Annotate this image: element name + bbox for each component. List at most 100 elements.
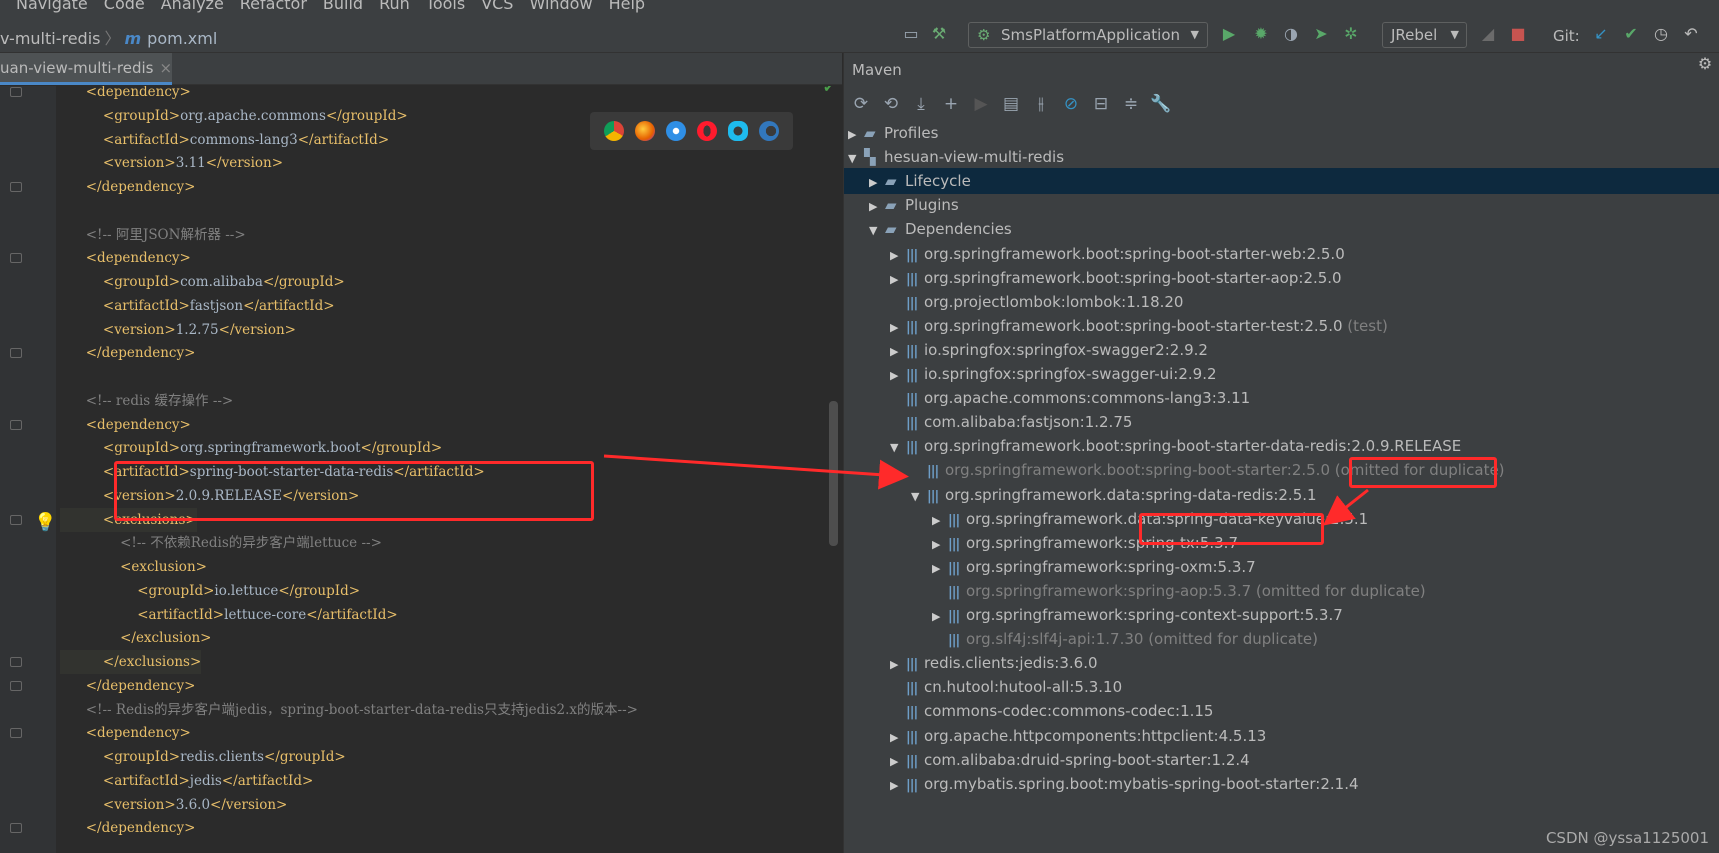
run-maven-build-icon[interactable]: ▶	[970, 93, 992, 115]
frame-icon[interactable]: ▭	[900, 23, 922, 45]
tree-row[interactable]: ▶ ||| org.apache.httpcomponents:httpclient…	[844, 723, 1719, 749]
tree-row[interactable]: ||| com.alibaba:fastjson:1.2.75	[844, 409, 1719, 435]
fold-marker-icon[interactable]	[10, 419, 22, 430]
tree-row[interactable]: ▶ ▰ Profiles	[844, 120, 1719, 146]
menu-navigate[interactable]: Navigate	[16, 0, 88, 13]
stop-icon[interactable]: ■	[1507, 23, 1529, 45]
tree-row[interactable]: ||| cn.hutool:hutool-all:5.3.10	[844, 674, 1719, 700]
safari-icon[interactable]	[665, 121, 686, 141]
menu-build[interactable]: Build	[323, 0, 363, 13]
fold-marker-icon[interactable]	[10, 253, 22, 264]
history-icon[interactable]: ◷	[1650, 23, 1672, 45]
internet-explorer-icon[interactable]	[728, 121, 749, 141]
tree-row[interactable]: ▶ ||| com.alibaba:druid-spring-boot-starte…	[844, 747, 1719, 773]
menu-code[interactable]: Code	[104, 0, 145, 13]
menu-analyze[interactable]: Analyze	[161, 0, 224, 13]
tree-row[interactable]: ||| org.slf4j:slf4j-api:1.7.30 (omitted f…	[844, 626, 1719, 652]
tree-row[interactable]: ▶ ||| org.mybatis.spring.boot:mybatis-spri…	[844, 771, 1719, 797]
menu-help[interactable]: Help	[609, 0, 645, 13]
firefox-icon[interactable]	[634, 121, 655, 141]
opera-icon[interactable]	[697, 121, 718, 141]
menu-tools[interactable]: Tools	[426, 0, 465, 13]
tree-row-label: org.slf4j:slf4j-api:1.7.30	[966, 630, 1144, 649]
edge-icon[interactable]	[759, 121, 780, 141]
editor-scrollbar[interactable]	[829, 401, 838, 546]
run-icon[interactable]: ▶	[1218, 23, 1240, 45]
tree-row[interactable]: ▶ ▰ Plugins	[844, 192, 1719, 218]
jrebel-select[interactable]: JRebel ▼	[1382, 22, 1467, 48]
show-dependencies-icon[interactable]: ⊟	[1090, 93, 1112, 115]
tree-row[interactable]: ||| org.apache.commons:commons-lang3:3.11	[844, 385, 1719, 411]
tree-row[interactable]: ▶ ||| org.springframework.boot:spring-boot…	[844, 241, 1719, 267]
code-token: <!-- redis 缓存操作 -->	[85, 392, 234, 409]
coverage-icon[interactable]: ◑	[1280, 23, 1302, 45]
tree-row[interactable]: ||| org.springframework.boot:spring-boot-…	[844, 457, 1719, 483]
toggle-offline-icon[interactable]: ⫲	[1030, 93, 1052, 115]
tree-row[interactable]: ▶ ||| io.springfox:springfox-swagger-ui:2.…	[844, 361, 1719, 387]
lightbulb-icon[interactable]: 💡	[34, 512, 56, 533]
tree-row[interactable]: ▶ ||| org.springframework:spring-oxm:5.3.7	[844, 554, 1719, 580]
build-hammer-icon[interactable]: ⚒	[928, 23, 950, 45]
tree-row[interactable]: ▼ ▰ Dependencies	[844, 216, 1719, 242]
code-token: org.apache.commons	[180, 107, 326, 124]
editor-tab-pom[interactable]: uan-view-multi-redis ×	[0, 53, 172, 85]
editor-tab-bar: uan-view-multi-redis ×	[0, 53, 842, 85]
menu-vcs[interactable]: VCS	[481, 0, 513, 13]
fold-marker-icon[interactable]	[10, 823, 22, 834]
fold-marker-icon[interactable]	[10, 657, 22, 667]
jrebel-debug-icon[interactable]: ✲	[1340, 23, 1362, 45]
maven-tool-window: Maven ⚙ ⟳ ⟲ ⤓ + ▶ ▤ ⫲ ⊘ ⊟ ≑ 🔧 ▶ ▰ Profiles…	[843, 53, 1719, 853]
fold-marker-icon[interactable]	[10, 514, 22, 525]
tree-row[interactable]: ▶ ||| org.springframework.boot:spring-boot…	[844, 313, 1719, 339]
tree-row-label: org.apache.commons:commons-lang3:3.11	[924, 389, 1251, 408]
breadcrumb-file[interactable]: pom.xml	[147, 29, 217, 48]
tree-row[interactable]: ||| commons-codec:commons-codec:1.15	[844, 698, 1719, 724]
download-icon[interactable]: ⤓	[910, 93, 932, 115]
attach-icon[interactable]: ◢	[1477, 23, 1499, 45]
fold-marker-icon[interactable]	[10, 87, 22, 97]
triangle-right-icon[interactable]: ▶	[890, 773, 906, 799]
gear-icon[interactable]: ⚙	[1694, 53, 1716, 75]
menu-refactor[interactable]: Refactor	[240, 0, 307, 13]
code-token: </artifactId>	[306, 606, 398, 623]
skip-tests-icon[interactable]: ⊘	[1060, 93, 1082, 115]
code-token: <version>	[102, 796, 176, 813]
tree-row[interactable]: ▶ ||| org.springframework.boot:spring-boot…	[844, 265, 1719, 291]
close-icon[interactable]: ×	[160, 59, 173, 77]
fold-marker-icon[interactable]	[10, 728, 22, 739]
tree-row[interactable]: ▶ ||| redis.clients:jedis:3.6.0	[844, 650, 1719, 676]
tree-row[interactable]: ▶ ▰ Lifecycle	[844, 168, 1719, 195]
tree-row[interactable]: ▼ ||| org.springframework.data:spring-data…	[844, 482, 1719, 508]
fold-marker-icon[interactable]	[10, 182, 22, 192]
menu-run[interactable]: Run	[379, 0, 410, 13]
jrebel-run-icon[interactable]: ➤	[1310, 23, 1332, 45]
git-update-icon[interactable]: ↙	[1590, 23, 1612, 45]
tree-row-label: hesuan-view-multi-redis	[884, 148, 1065, 167]
breadcrumb-project[interactable]: v-multi-redis	[0, 29, 100, 48]
reload-icon[interactable]: ⟳	[850, 93, 872, 115]
generate-sources-icon[interactable]: ⟲	[880, 93, 902, 115]
add-icon[interactable]: +	[940, 93, 962, 115]
debug-icon[interactable]: ✹	[1250, 23, 1272, 45]
git-commit-icon[interactable]: ✔	[1620, 23, 1642, 45]
tree-row[interactable]: ||| org.springframework:spring-aop:5.3.7 …	[844, 578, 1719, 604]
rollback-icon[interactable]: ↶	[1680, 23, 1702, 45]
menu-window[interactable]: Window	[529, 0, 592, 13]
fold-marker-icon[interactable]	[10, 348, 22, 359]
inspection-ok-icon[interactable]: ✔	[823, 86, 835, 96]
tree-row[interactable]: ▼ ||| org.springframework.boot:spring-boot…	[844, 433, 1719, 459]
execute-goal-icon[interactable]: ▤	[1000, 93, 1022, 115]
tree-row[interactable]: ||| org.projectlombok:lombok:1.18.20	[844, 289, 1719, 315]
chrome-icon[interactable]	[603, 121, 624, 141]
settings-wrench-icon[interactable]: 🔧	[1150, 93, 1172, 115]
tree-row[interactable]: ▶ ||| org.springframework:spring-context-s…	[844, 602, 1719, 628]
tree-row[interactable]: ▼ ▚ hesuan-view-multi-redis	[844, 144, 1719, 170]
collapse-all-icon[interactable]: ≑	[1120, 93, 1142, 115]
tree-row-label: Lifecycle	[905, 172, 971, 191]
run-configuration-select[interactable]: ⚙ SmsPlatformApplication ▼	[968, 22, 1208, 48]
fold-marker-icon[interactable]	[10, 680, 22, 691]
tree-row[interactable]: ▶ ||| io.springfox:springfox-swagger2:2.9.…	[844, 337, 1719, 363]
